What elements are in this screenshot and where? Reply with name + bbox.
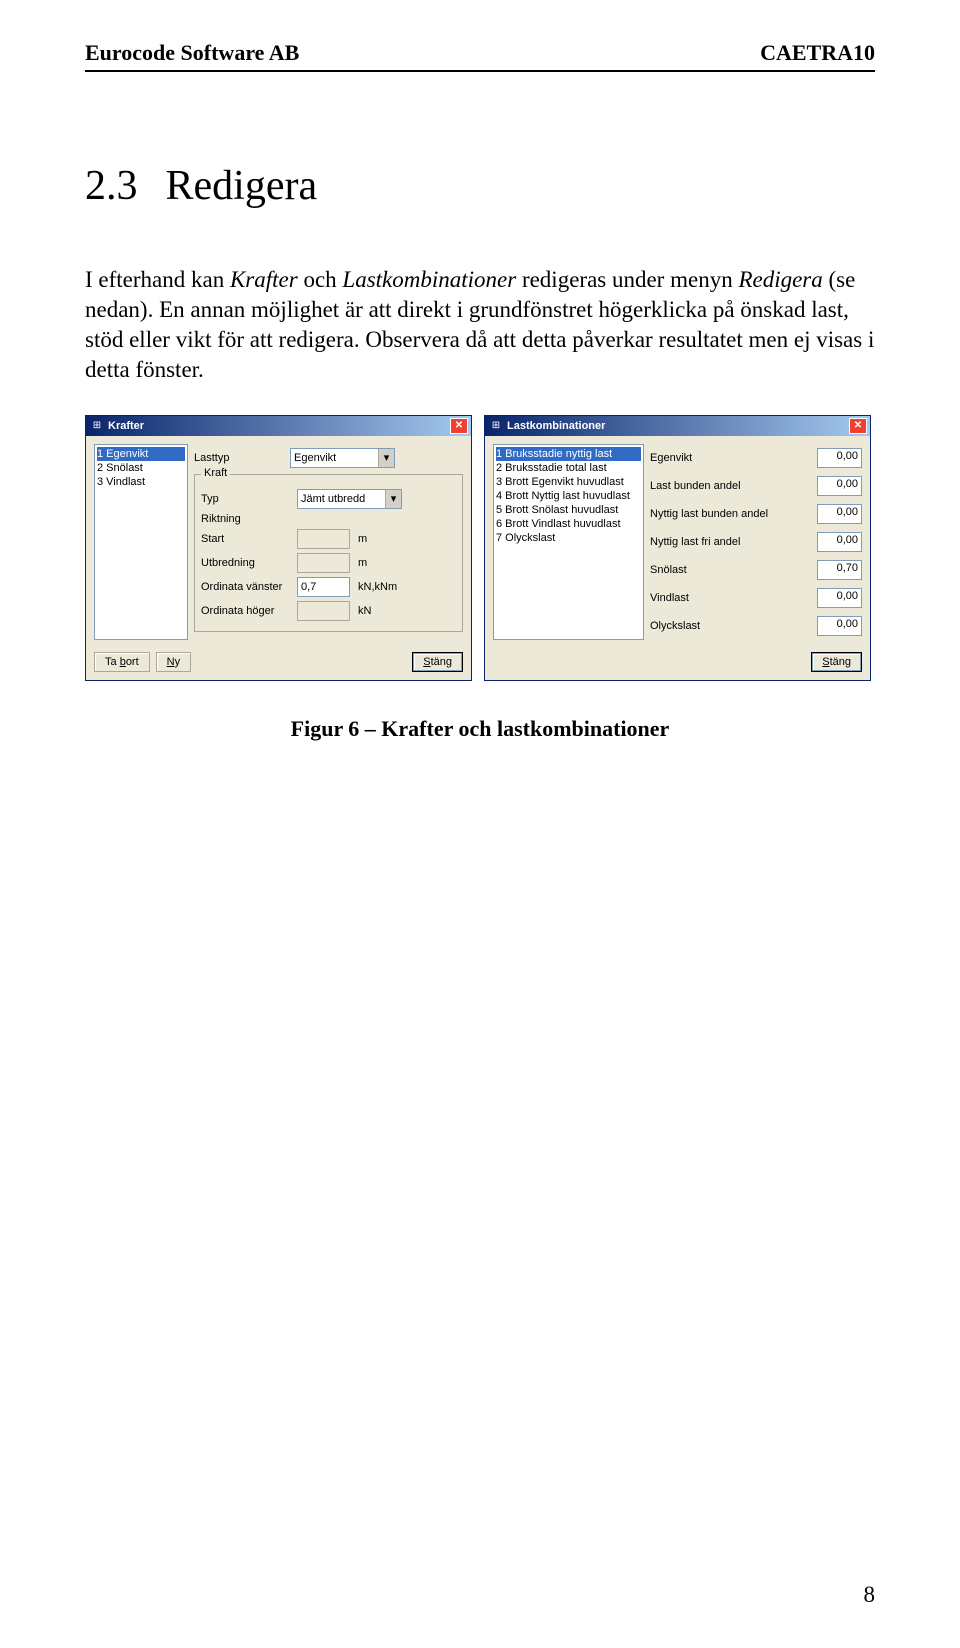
- ordh-label: Ordinata höger: [201, 605, 293, 617]
- krafter-listbox[interactable]: 1 Egenvikt 2 Snölast 3 Vindlast: [94, 444, 188, 640]
- chevron-down-icon[interactable]: ▾: [378, 449, 394, 467]
- list-item[interactable]: 2 Bruksstadie total last: [496, 461, 641, 475]
- stang-button[interactable]: Stäng: [811, 652, 862, 672]
- stang-button[interactable]: Stäng: [412, 652, 463, 672]
- lasttyp-combo[interactable]: Egenvikt ▾: [290, 448, 395, 468]
- section-number: 2.3: [85, 162, 138, 210]
- figure-row: ⊞ Krafter ✕ 1 Egenvikt 2 Snölast 3 Vindl…: [85, 415, 875, 681]
- row-label: Olyckslast: [650, 620, 811, 632]
- list-item[interactable]: 1 Bruksstadie nyttig last: [496, 447, 641, 461]
- row-value[interactable]: 0,00: [817, 532, 862, 552]
- titlebar-lastkombinationer[interactable]: ⊞ Lastkombinationer ✕: [485, 416, 870, 436]
- row-value[interactable]: 0,00: [817, 588, 862, 608]
- lastkomb-listbox[interactable]: 1 Bruksstadie nyttig last 2 Bruksstadie …: [493, 444, 644, 640]
- list-item[interactable]: 5 Brott Snölast huvudlast: [496, 503, 641, 517]
- window-lastkombinationer: ⊞ Lastkombinationer ✕ 1 Bruksstadie nytt…: [484, 415, 871, 681]
- list-item[interactable]: 1 Egenvikt: [97, 447, 185, 461]
- section-title: Redigera: [166, 163, 318, 209]
- row-value[interactable]: 0,70: [817, 560, 862, 580]
- lasttyp-label: Lasttyp: [194, 452, 286, 464]
- ordh-input[interactable]: [297, 601, 350, 621]
- utbredning-label: Utbredning: [201, 557, 293, 569]
- titlebar-krafter[interactable]: ⊞ Krafter ✕: [86, 416, 471, 436]
- typ-label: Typ: [201, 493, 293, 505]
- utbredning-unit: m: [358, 557, 367, 569]
- section-heading: 2.3 Redigera: [85, 162, 875, 210]
- utbredning-input[interactable]: [297, 553, 350, 573]
- list-item[interactable]: 3 Vindlast: [97, 475, 185, 489]
- row-value[interactable]: 0,00: [817, 448, 862, 468]
- title-text: Krafter: [108, 420, 446, 432]
- page-number: 8: [864, 1582, 876, 1608]
- tabort-button[interactable]: Ta bort: [94, 652, 150, 672]
- row-value[interactable]: 0,00: [817, 504, 862, 524]
- ny-button[interactable]: Ny: [156, 652, 191, 672]
- start-unit: m: [358, 533, 367, 545]
- typ-combo[interactable]: Jämt utbredd ▾: [297, 489, 402, 509]
- ordv-unit: kN,kNm: [358, 581, 397, 593]
- figure-caption: Figur 6 – Krafter och lastkombinationer: [85, 716, 875, 742]
- list-item[interactable]: 4 Brott Nyttig last huvudlast: [496, 489, 641, 503]
- ordv-label: Ordinata vänster: [201, 581, 293, 593]
- row-value[interactable]: 0,00: [817, 616, 862, 636]
- header-right: CAETRA10: [760, 40, 875, 66]
- row-label: Nyttig last fri andel: [650, 536, 811, 548]
- app-icon: ⊞: [90, 419, 104, 433]
- row-label: Last bunden andel: [650, 480, 811, 492]
- row-label: Snölast: [650, 564, 811, 576]
- ordv-input[interactable]: 0,7: [297, 577, 350, 597]
- header-left: Eurocode Software AB: [85, 40, 299, 66]
- window-krafter: ⊞ Krafter ✕ 1 Egenvikt 2 Snölast 3 Vindl…: [85, 415, 472, 681]
- row-value[interactable]: 0,00: [817, 476, 862, 496]
- row-label: Vindlast: [650, 592, 811, 604]
- riktning-label: Riktning: [201, 513, 293, 525]
- group-legend: Kraft: [201, 467, 230, 479]
- close-icon[interactable]: ✕: [849, 418, 867, 434]
- title-text: Lastkombinationer: [507, 420, 845, 432]
- close-icon[interactable]: ✕: [450, 418, 468, 434]
- app-icon: ⊞: [489, 419, 503, 433]
- page-header: Eurocode Software AB CAETRA10: [85, 40, 875, 66]
- list-item[interactable]: 7 Olyckslast: [496, 531, 641, 545]
- header-rule: [85, 70, 875, 72]
- body-paragraph: I efterhand kan Krafter och Lastkombinat…: [85, 265, 875, 385]
- start-input[interactable]: [297, 529, 350, 549]
- chevron-down-icon[interactable]: ▾: [385, 490, 401, 508]
- list-item[interactable]: 2 Snölast: [97, 461, 185, 475]
- row-label: Egenvikt: [650, 452, 811, 464]
- ordh-unit: kN: [358, 605, 371, 617]
- row-label: Nyttig last bunden andel: [650, 508, 811, 520]
- kraft-group: Kraft Typ Jämt utbredd ▾ Riktning: [194, 474, 463, 632]
- list-item[interactable]: 6 Brott Vindlast huvudlast: [496, 517, 641, 531]
- start-label: Start: [201, 533, 293, 545]
- list-item[interactable]: 3 Brott Egenvikt huvudlast: [496, 475, 641, 489]
